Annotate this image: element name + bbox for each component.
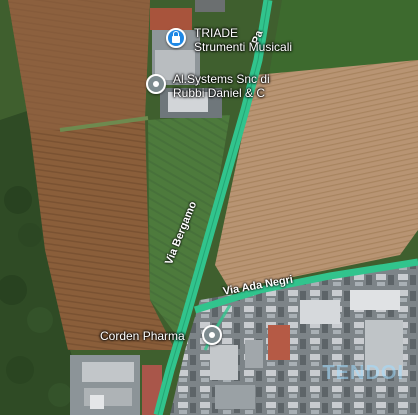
- place-alsystems-line1: Al.Systems Snc di: [173, 72, 270, 86]
- watermark: TENDOI: [322, 362, 404, 384]
- location-pin-icon[interactable]: [146, 74, 166, 94]
- place-corden-line1: Corden Pharma: [100, 329, 185, 343]
- lock-icon[interactable]: [166, 28, 186, 48]
- place-label-alsystems[interactable]: Al.Systems Snc di Rubbi Daniel & C: [173, 72, 270, 100]
- building: [150, 8, 192, 30]
- place-triade-line1: TRIADE: [194, 26, 239, 40]
- place-triade-line2: Strumenti Musicali: [194, 40, 293, 54]
- place-label-corden-pharma[interactable]: Corden Pharma: [100, 329, 185, 343]
- place-alsystems-line2: Rubbi Daniel & C: [173, 86, 266, 100]
- location-pin-icon[interactable]: [202, 325, 222, 345]
- place-label-triade[interactable]: TRIADE Strumenti Musicali: [194, 26, 292, 54]
- satellite-map[interactable]: [0, 0, 418, 415]
